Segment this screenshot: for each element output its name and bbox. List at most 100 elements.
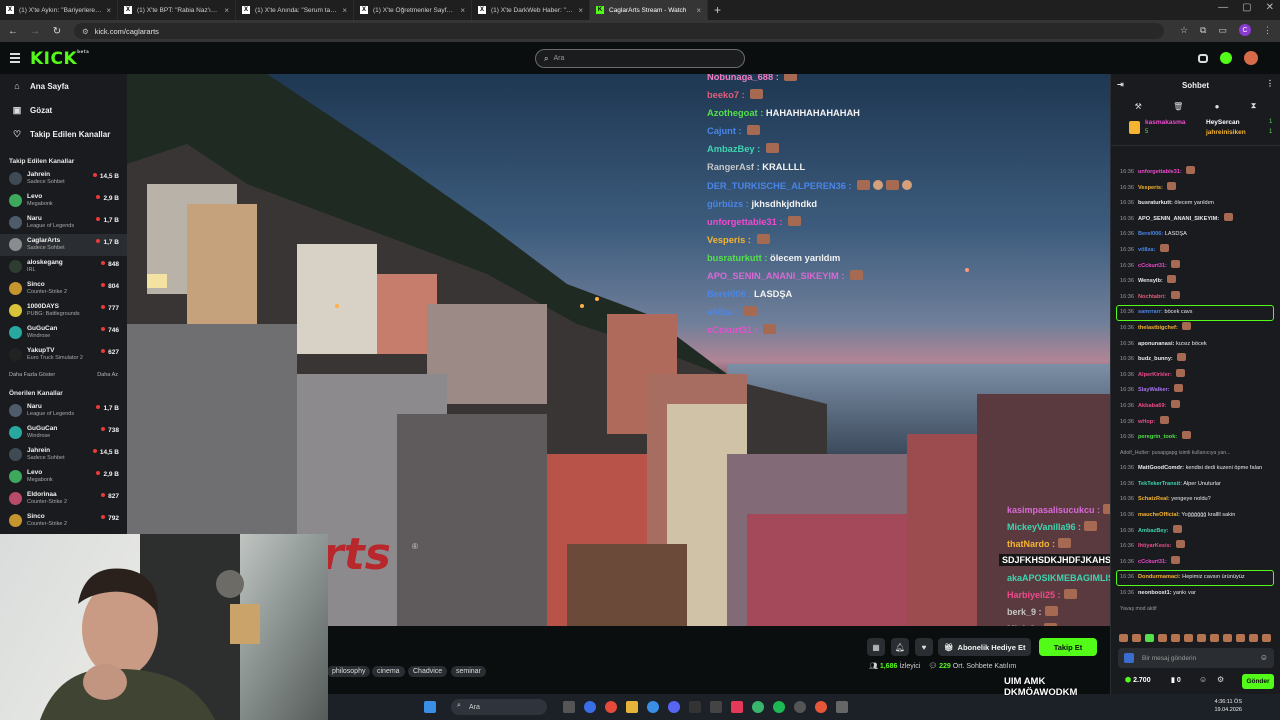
stream-tag[interactable]: philosophy: [327, 666, 371, 677]
tab-close-icon[interactable]: ×: [106, 6, 111, 15]
channel-row[interactable]: GuGuCan Windrose 746: [0, 322, 127, 344]
chat-username[interactable]: APO_SENIN_ANANI_SIKEYIM:: [1138, 216, 1219, 222]
browser-icon[interactable]: [647, 701, 659, 713]
show-less-link[interactable]: Daha Az: [97, 372, 118, 378]
sidepanel-icon[interactable]: ▭: [1218, 25, 1227, 36]
channel-row[interactable]: CaglarArts Sadece Sohbet 1,7 B: [0, 234, 127, 256]
chrome-active-icon[interactable]: [815, 701, 827, 713]
sidebar-nav-item[interactable]: ♡ Takip Edilen Kanallar: [0, 122, 127, 146]
chat-username[interactable]: budz_bunny:: [1138, 356, 1173, 362]
chat-username[interactable]: TekTekerTransit:: [1138, 481, 1182, 487]
tab-close-icon[interactable]: ×: [696, 6, 701, 15]
search-input[interactable]: ⌕ Ara: [535, 49, 745, 68]
channel-row[interactable]: Eldorinaa Counter-Strike 2 827: [0, 488, 127, 510]
channel-row[interactable]: Sinco Counter-Strike 2 804: [0, 278, 127, 300]
channel-points[interactable]: ⬢ 2.700: [1125, 676, 1151, 684]
task-view-icon[interactable]: [563, 701, 575, 713]
sidebar-nav-item[interactable]: ⌂ Ana Sayfa: [0, 74, 127, 98]
kick-logo[interactable]: KICKbeta: [30, 49, 89, 69]
channel-row[interactable]: 1000DAYS PUBG: Battlegrounds 777: [0, 300, 127, 322]
tab-close-icon[interactable]: ×: [224, 6, 229, 15]
app-icon[interactable]: [731, 701, 743, 713]
chat-username[interactable]: cCckurt31:: [1138, 559, 1167, 565]
chat-username[interactable]: Dondurmamaci:: [1138, 574, 1181, 580]
chat-message-input[interactable]: Bir mesaj gönderin ☺: [1118, 648, 1274, 668]
channel-row[interactable]: Naru League of Legends 1,7 B: [0, 400, 127, 422]
chat-username[interactable]: Wensylb:: [1138, 278, 1163, 284]
chat-username[interactable]: cCckurt31:: [1138, 263, 1167, 269]
chat-username[interactable]: Akbaba69:: [1138, 403, 1166, 409]
browser-tab[interactable]: X (1) X'te Anında: "Serum takılı ol ×: [236, 0, 354, 20]
taskbar-search[interactable]: ⌕ Ara: [451, 699, 547, 715]
channel-row[interactable]: Levo Megabonk 2,9 B: [0, 466, 127, 488]
tab-close-icon[interactable]: ×: [460, 6, 465, 15]
kick-coin-icon[interactable]: [1220, 52, 1232, 64]
chat-users-icon[interactable]: ☺: [1199, 675, 1207, 684]
app3-icon[interactable]: [836, 701, 848, 713]
discord-icon[interactable]: [668, 701, 680, 713]
chat-username[interactable]: peregrin_took:: [1138, 434, 1177, 440]
channel-row[interactable]: Sinco Counter-Strike 2 792: [0, 510, 127, 532]
emoji-picker-icon[interactable]: ☺: [1260, 653, 1268, 662]
gift-subscription-button[interactable]: 🎁︎ Abonelik Hediye Et: [938, 638, 1032, 656]
tab-close-icon[interactable]: ×: [342, 6, 347, 15]
site-info-icon[interactable]: ⚙: [82, 27, 89, 36]
close-window-icon[interactable]: ✕: [1266, 2, 1274, 13]
extensions-icon[interactable]: ⧉: [1200, 25, 1206, 36]
chat-username[interactable]: thelastbigchef:: [1138, 325, 1178, 331]
chat-username[interactable]: Nochtabri:: [1138, 294, 1166, 300]
chat-username[interactable]: IhtiyarKesis:: [1138, 543, 1172, 549]
url-field[interactable]: ⚙ kick.com/caglararts: [74, 23, 1164, 39]
spotify-icon[interactable]: [773, 701, 785, 713]
forward-icon[interactable]: →: [26, 26, 44, 37]
chat-username[interactable]: AmbazBey:: [1138, 528, 1168, 534]
hamburger-menu-icon[interactable]: [10, 53, 20, 65]
follow-button[interactable]: Takip Et: [1039, 638, 1097, 656]
tab-close-icon[interactable]: ×: [578, 6, 583, 15]
chat-username[interactable]: unforgettable31:: [1138, 169, 1182, 175]
chrome-icon[interactable]: [605, 701, 617, 713]
sidebar-nav-item[interactable]: ▣ Gözat: [0, 98, 127, 122]
stream-tag[interactable]: Chadvice: [408, 666, 448, 677]
send-button[interactable]: Gönder: [1242, 674, 1274, 689]
channel-row[interactable]: Levo Megabonk 2,9 B: [0, 190, 127, 212]
stream-tag[interactable]: cinema: [372, 666, 405, 677]
chat-username[interactable]: SlayWalker:: [1138, 387, 1170, 393]
new-tab-button[interactable]: +: [714, 3, 721, 17]
chat-username[interactable]: samrrarr:: [1138, 309, 1163, 315]
browser-tab[interactable]: X (1) X'te BPT: "Rabia Naz'ın balk ×: [118, 0, 236, 20]
hourglass-icon[interactable]: ⧗: [1251, 101, 1257, 111]
chat-username[interactable]: Vesperis:: [1138, 185, 1163, 191]
chat-username[interactable]: busraturkutt:: [1138, 200, 1173, 206]
chat-username[interactable]: AlperKirkler:: [1138, 372, 1172, 378]
browser-tab[interactable]: K CaglarArts Stream - Watch ×: [590, 0, 708, 20]
show-more-link[interactable]: Daha Fazla Göster: [9, 372, 55, 378]
clip-icon[interactable]: ▦: [867, 638, 885, 656]
heart-icon[interactable]: ♥: [915, 638, 933, 656]
back-icon[interactable]: ←: [4, 26, 22, 37]
maximize-icon[interactable]: ▢: [1242, 2, 1251, 13]
chat-menu-icon[interactable]: ⋮: [1266, 79, 1274, 88]
emote-suggestions[interactable]: [1119, 632, 1274, 644]
channel-row[interactable]: Jahrein Sadece Sohbet 14,5 B: [0, 444, 127, 466]
reload-icon[interactable]: ↻: [48, 26, 66, 37]
trash-icon[interactable]: 🗑︎: [1173, 102, 1183, 111]
chat-username[interactable]: aponunanasi:: [1138, 341, 1174, 347]
collapse-chat-icon[interactable]: ⇥: [1117, 80, 1124, 89]
channel-row[interactable]: GuGuCan Windrose 738: [0, 422, 127, 444]
minimize-icon[interactable]: —: [1218, 2, 1228, 13]
windows-start-icon[interactable]: [424, 701, 436, 713]
channel-row[interactable]: Jahrein Sadece Sohbet 14,5 B: [0, 168, 127, 190]
chat-username[interactable]: vö8za:: [1138, 247, 1155, 253]
notification-bell-icon[interactable]: 🔔︎: [891, 638, 909, 656]
whatsapp-icon[interactable]: [752, 701, 764, 713]
channel-row[interactable]: YakupTV Euro Truck Simulator 2 627: [0, 344, 127, 366]
edge-icon[interactable]: [584, 701, 596, 713]
menu-icon[interactable]: ⋮: [1263, 25, 1272, 36]
chat-username[interactable]: Berel006:: [1138, 231, 1163, 237]
profile-avatar[interactable]: C: [1239, 24, 1251, 36]
chat-settings-icon[interactable]: ⚙: [1217, 675, 1224, 684]
channel-row[interactable]: aloskegang IRL 848: [0, 256, 127, 278]
channel-row[interactable]: Naru League of Legends 1,7 B: [0, 212, 127, 234]
steam-icon[interactable]: [710, 701, 722, 713]
